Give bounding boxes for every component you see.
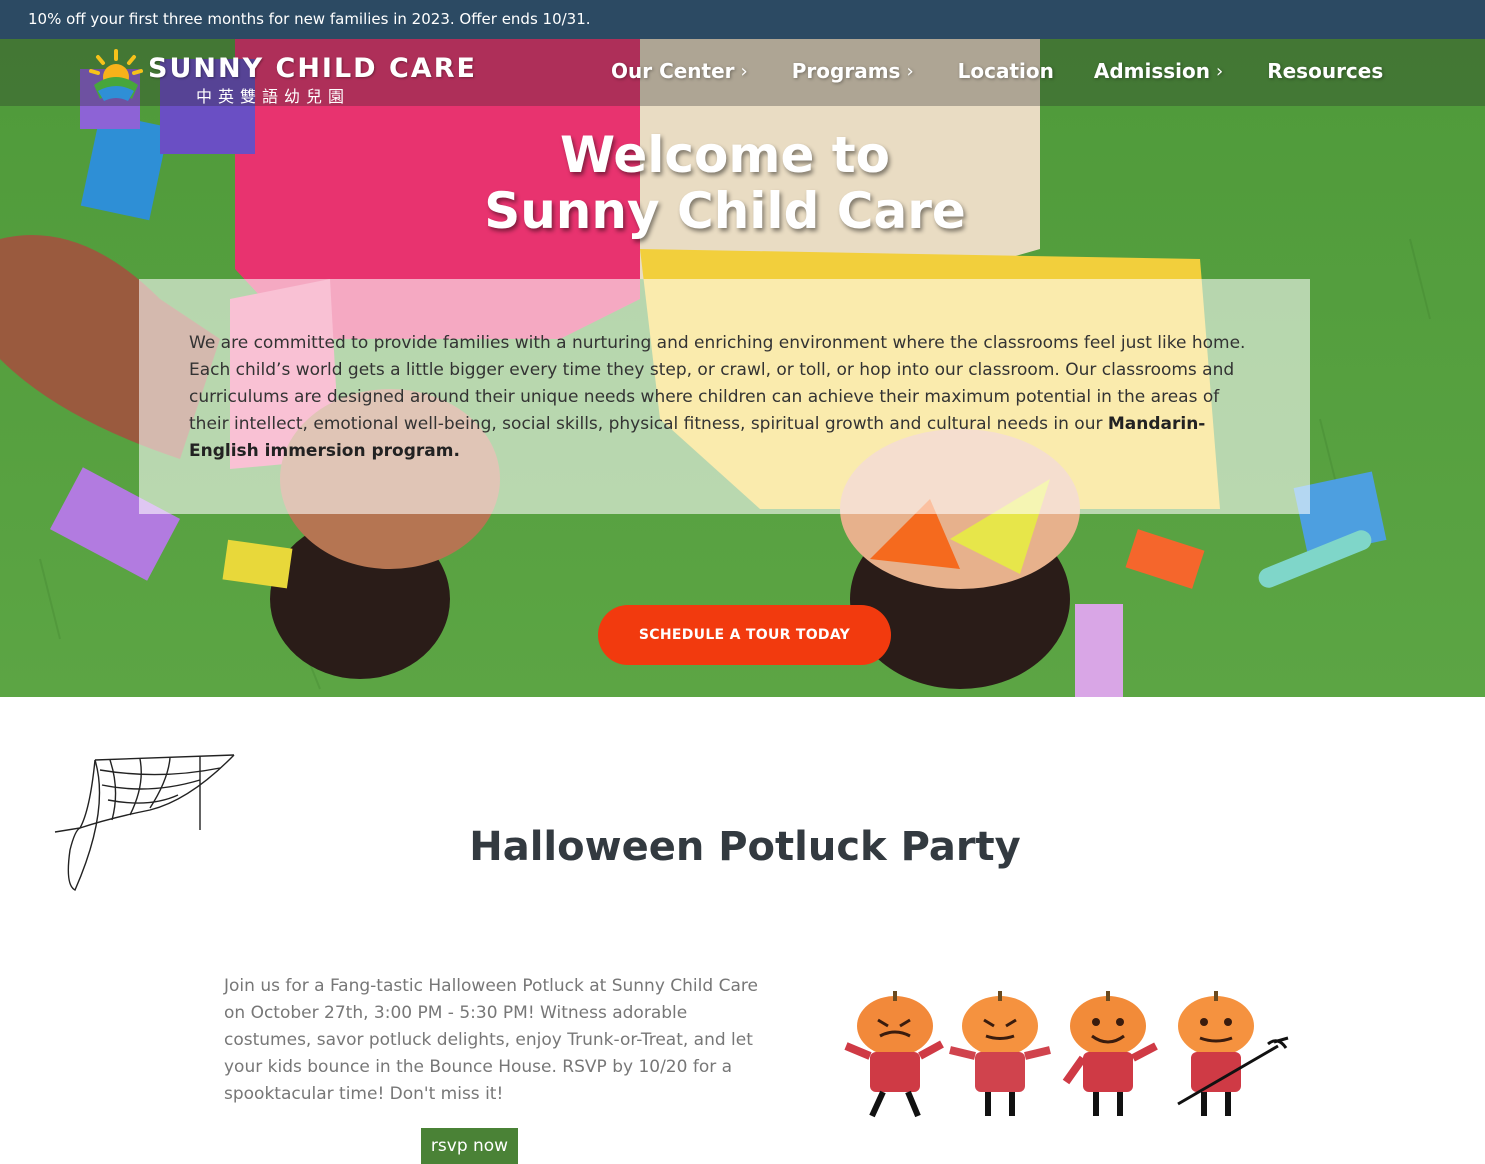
nav-item-admission[interactable]: Admission › bbox=[1094, 59, 1223, 83]
site-logo[interactable]: SUNNY CHILD CARE 中英雙語幼兒園 bbox=[88, 45, 475, 106]
brand-name: SUNNY CHILD CARE bbox=[148, 53, 477, 84]
chevron-right-icon: › bbox=[906, 60, 914, 82]
nav-item-our-center[interactable]: Our Center › bbox=[611, 59, 748, 83]
schedule-tour-button[interactable]: SCHEDULE A TOUR TODAY bbox=[598, 605, 891, 665]
nav-label: Admission bbox=[1093, 59, 1211, 83]
main-nav: SUNNY CHILD CARE 中英雙語幼兒園 Our Center › Pr… bbox=[0, 39, 1485, 106]
announcement-bar: 10% off your first three months for new … bbox=[0, 0, 1485, 39]
sun-logo-icon bbox=[89, 49, 143, 101]
nav-menu: Our Center › Programs › Location Admissi… bbox=[611, 59, 1383, 83]
nav-item-location[interactable]: Location bbox=[958, 59, 1054, 83]
nav-label: Programs bbox=[791, 59, 901, 83]
intro-paragraph: We are committed to provide families wit… bbox=[189, 330, 1260, 465]
rsvp-button[interactable]: rsvp now bbox=[421, 1128, 518, 1164]
event-description: Join us for a Fang-tastic Halloween Potl… bbox=[224, 976, 758, 1104]
nav-item-programs[interactable]: Programs › bbox=[792, 59, 914, 83]
chevron-right-icon: › bbox=[1216, 60, 1224, 82]
event-title: Halloween Potluck Party bbox=[469, 824, 1021, 870]
announcement-text: 10% off your first three months for new … bbox=[28, 10, 591, 28]
pumpkin-kids-illustration bbox=[844, 991, 1289, 1118]
nav-label: Our Center bbox=[611, 59, 735, 83]
brand-subtitle: 中英雙語幼兒園 bbox=[196, 87, 351, 106]
nav-label: Resources bbox=[1267, 59, 1384, 83]
nav-label: Location bbox=[957, 59, 1054, 83]
chevron-right-icon: › bbox=[740, 60, 748, 82]
hero-section: SUNNY CHILD CARE 中英雙語幼兒園 Our Center › Pr… bbox=[0, 39, 1485, 697]
hero-title-line1: Welcome to bbox=[559, 126, 891, 184]
spider-web-icon bbox=[54, 754, 235, 891]
hero-title: Welcome to Sunny Child Care bbox=[0, 127, 1450, 239]
hero-title-line2: Sunny Child Care bbox=[484, 182, 966, 240]
intro-text: We are committed to provide families wit… bbox=[189, 333, 1246, 434]
nav-item-resources[interactable]: Resources bbox=[1267, 59, 1383, 83]
intro-card: We are committed to provide families wit… bbox=[139, 279, 1310, 514]
